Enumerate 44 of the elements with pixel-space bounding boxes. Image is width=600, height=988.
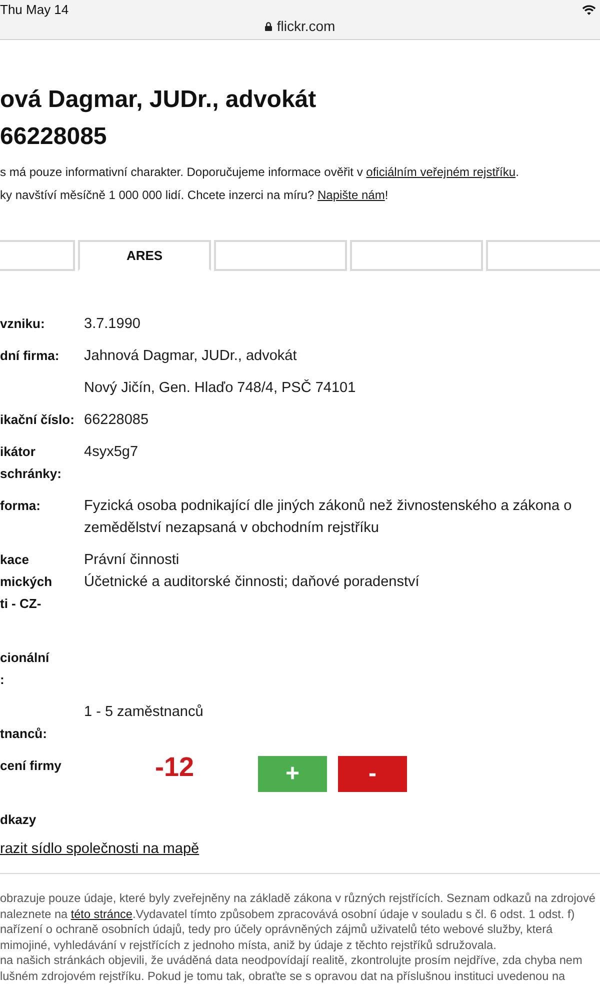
field-label: kace mických ti - CZ- (0, 551, 52, 613)
field-value: Fyzická osoba podnikající dle jiných zákonů než živnostenského a zákona o zemědělství nezapsaná v obchodním rejstříku (84, 497, 573, 538)
page-title: 66228085 (0, 122, 107, 152)
field-value: 66228085 (84, 411, 149, 430)
field-label: dní firma: (0, 347, 60, 365)
disclaimer-text: na našich stránkách objevili, že uváděná data neodpovídají realitě, zkontrolujte prosím nejdříve, zda chyba nem (0, 953, 582, 968)
field-value: Jahnová Dagmar, JUDr., advokát (84, 347, 297, 366)
disclaimer-link[interactable]: této stránce (70, 906, 132, 920)
disclaimer-text: nařízení o ochraně osobních údajů, tedy pro účely oprávněných zájmů uživatelů této webové služby, která (0, 922, 553, 938)
tab[interactable]: ARES (78, 240, 211, 271)
map-link[interactable]: razit sídlo společnosti na mapě (0, 838, 200, 860)
disclaimer-text: lušném zdrojovém rejstříku. Pokud je tomu tak, obraťte se s opravou dat na příslušnou instituci uvedenou na (0, 968, 566, 984)
page-title: ová Dagmar, JUDr., advokát (0, 85, 316, 115)
field-label: dkazy (0, 811, 36, 829)
notice-text: ky navštíví měsíčně 1 000 000 lidí. Chcete inzerci na míru? Napište nám! (0, 187, 388, 204)
field-label: vzniku: (0, 315, 45, 333)
disclaimer-text: obrazuje pouze údaje, které byly zveřejněny na základě zákona v různých rejstřících. Seznam odkazů na zdrojové (0, 891, 596, 906)
tab[interactable] (0, 240, 75, 271)
disclaimer-text: naleznete na této stránce.Vydavatel tímto způsobem zpracovává osobní údaje v souladu s čl. 6 odst. 1 odst. f) (0, 906, 575, 922)
field-label: tnanců: (0, 725, 47, 743)
wifi-icon (582, 5, 596, 15)
field-label: cionální : (0, 649, 50, 689)
field-value: 1 - 5 zaměstnanců (84, 703, 204, 722)
field-value: 3.7.1990 (84, 315, 140, 334)
field-label: ikátor schránky: (0, 443, 62, 483)
tab[interactable] (486, 240, 600, 271)
notice-link[interactable]: Napište nám (317, 188, 385, 202)
minus-button[interactable]: - (338, 756, 408, 792)
field-value: 4syx5g7 (84, 443, 138, 462)
field-value: Nový Jičín, Gen. Hlaďo 748/4, PSČ 74101 (84, 378, 356, 398)
notice-link[interactable]: oficiálním veřejném rejstříku (366, 165, 516, 179)
notice-text: s má pouze informativní charakter. Doporučujeme informace ověřit v oficiálním veřejném rejstříku. (0, 164, 519, 181)
rating-score: -12 (155, 755, 194, 779)
tab[interactable] (350, 240, 483, 271)
tab[interactable] (214, 240, 347, 271)
field-value: Právní činnosti (84, 551, 180, 570)
address-url[interactable]: flickr.com (276, 18, 336, 34)
lock-icon (264, 22, 272, 30)
field-value: Účetnické a auditorské činnosti; daňové poradenství (84, 572, 420, 592)
status-time: Thu May 14 (0, 2, 69, 18)
field-label: cení firmy (0, 757, 62, 775)
field-label: forma: (0, 497, 40, 515)
disclaimer-text: mimojiné, vyhledávání v rejstřících z jednoho místa, aniž by údaje z těchto rejstříků sdružovala. (0, 938, 496, 953)
field-label: ikační číslo: (0, 411, 74, 429)
